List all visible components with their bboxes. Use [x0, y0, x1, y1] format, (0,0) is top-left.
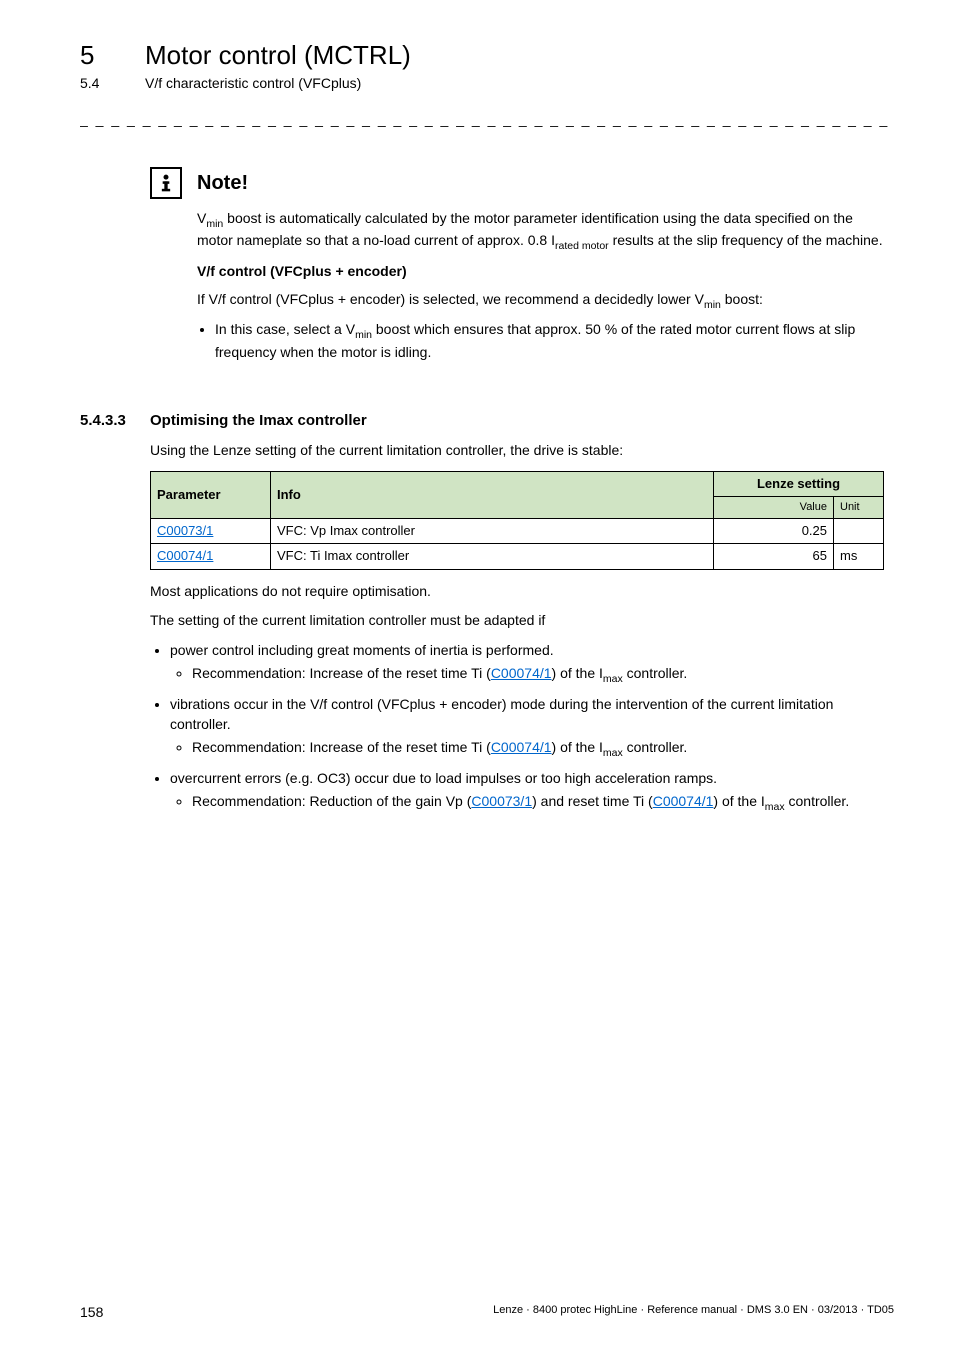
- param-link[interactable]: C00073/1: [471, 793, 532, 809]
- th-info: Info: [271, 471, 714, 519]
- sub-list-item: Recommendation: Increase of the reset ti…: [192, 738, 884, 760]
- parameter-table: Parameter Info Lenze setting Value Unit …: [150, 471, 884, 570]
- note-label: Note!: [197, 172, 248, 195]
- subsection-title: Optimising the Imax controller: [150, 412, 367, 429]
- divider-dashes: _ _ _ _ _ _ _ _ _ _ _ _ _ _ _ _ _ _ _ _ …: [80, 111, 894, 127]
- page-number: 158: [80, 1304, 103, 1320]
- intro-paragraph: Using the Lenze setting of the current l…: [150, 441, 884, 461]
- sub-list-item: Recommendation: Increase of the reset ti…: [192, 664, 884, 686]
- note-paragraph-3: If V/f control (VFCplus + encoder) is se…: [197, 290, 884, 312]
- subsection-number: 5.4.3.3: [80, 412, 150, 429]
- info-cell: VFC: Vp Imax controller: [271, 519, 714, 544]
- th-value: Value: [714, 496, 834, 518]
- after-paragraph-2: The setting of the current limitation co…: [150, 611, 884, 631]
- th-parameter: Parameter: [151, 471, 271, 519]
- list-item: power control including great moments of…: [170, 641, 884, 687]
- section-title: V/f characteristic control (VFCplus): [145, 75, 361, 91]
- chapter-number: 5: [80, 40, 110, 71]
- chapter-title: Motor control (MCTRL): [145, 40, 411, 71]
- unit-cell: ms: [834, 544, 884, 569]
- value-cell: 65: [714, 544, 834, 569]
- info-cell: VFC: Ti Imax controller: [271, 544, 714, 569]
- note-paragraph-1: Vmin boost is automatically calculated b…: [197, 209, 884, 254]
- th-unit: Unit: [834, 496, 884, 518]
- table-row: C00074/1 VFC: Ti Imax controller 65 ms: [151, 544, 884, 569]
- sub-list-item: Recommendation: Reduction of the gain Vp…: [192, 792, 884, 814]
- note-bullet: In this case, select a Vmin boost which …: [215, 320, 884, 362]
- value-cell: 0.25: [714, 519, 834, 544]
- after-paragraph-1: Most applications do not require optimis…: [150, 582, 884, 602]
- param-link[interactable]: C00074/1: [653, 793, 714, 809]
- footer-text: Lenze · 8400 protec HighLine · Reference…: [493, 1304, 894, 1320]
- param-link[interactable]: C00073/1: [157, 523, 213, 538]
- table-row: C00073/1 VFC: Vp Imax controller 0.25: [151, 519, 884, 544]
- note-subheading: V/f control (VFCplus + encoder): [197, 262, 884, 282]
- list-item: overcurrent errors (e.g. OC3) occur due …: [170, 769, 884, 815]
- section-number: 5.4: [80, 75, 110, 91]
- param-link[interactable]: C00074/1: [491, 739, 552, 755]
- unit-cell: [834, 519, 884, 544]
- param-link[interactable]: C00074/1: [491, 665, 552, 681]
- info-icon: [150, 167, 182, 199]
- note-block: Note! Vmin boost is automatically calcul…: [150, 167, 884, 362]
- th-lenze-setting: Lenze setting: [714, 471, 884, 496]
- list-item: vibrations occur in the V/f control (VFC…: [170, 695, 884, 761]
- param-link[interactable]: C00074/1: [157, 548, 213, 563]
